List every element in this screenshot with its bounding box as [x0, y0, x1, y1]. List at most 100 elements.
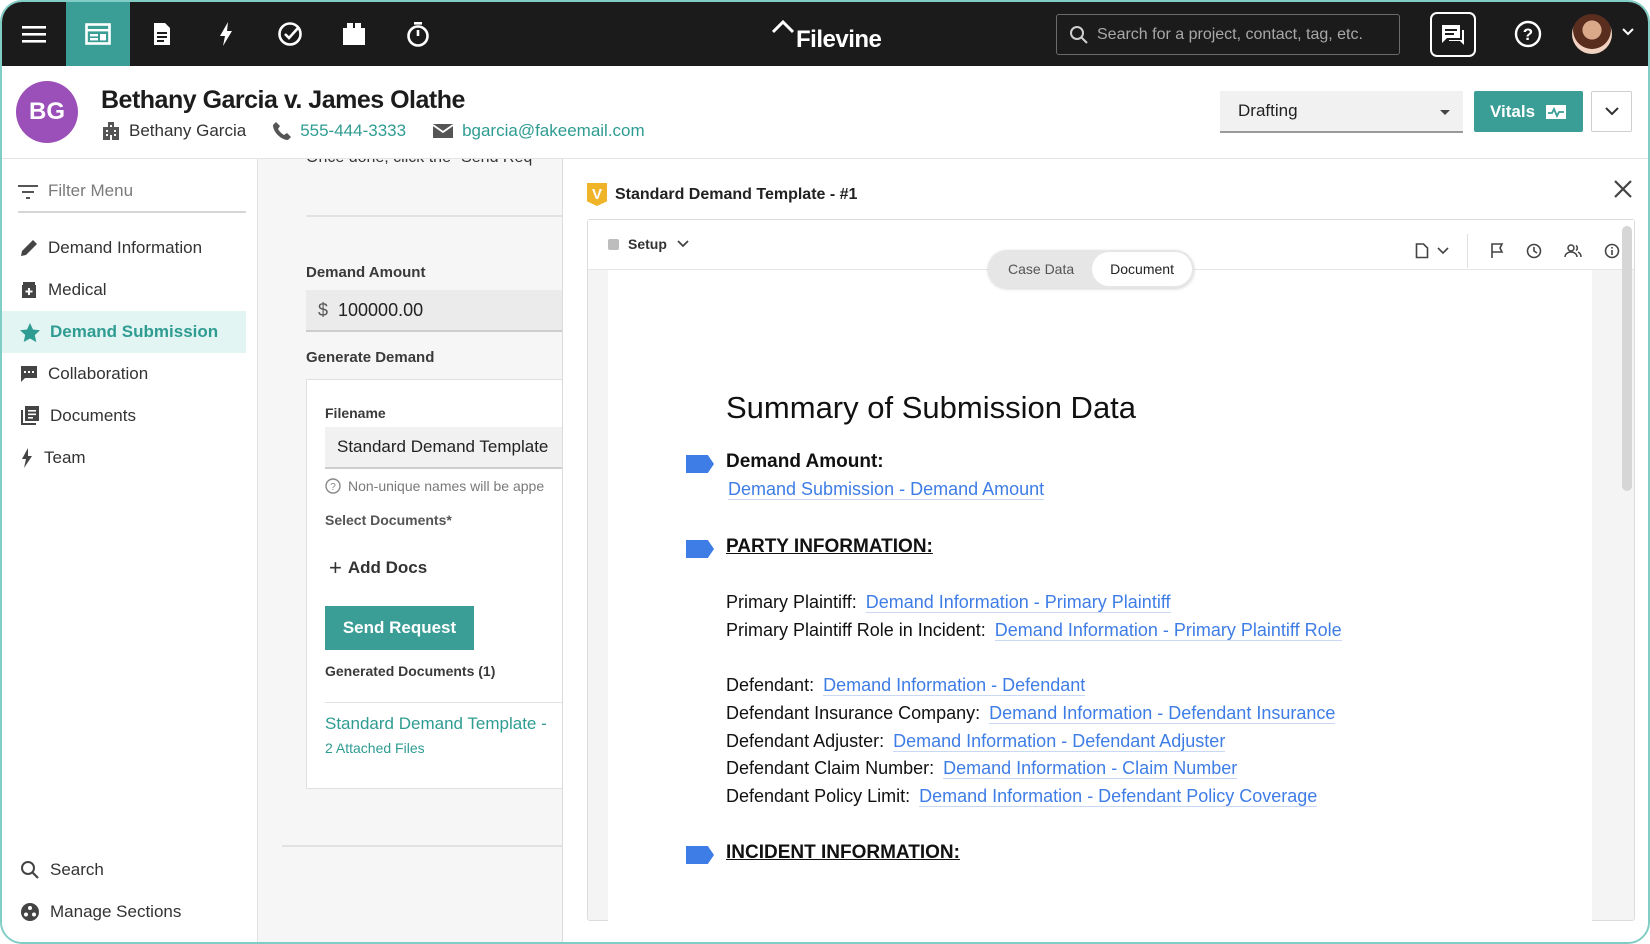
chat-icon — [1442, 24, 1464, 45]
folders-icon[interactable] — [322, 2, 386, 66]
sidebar-item-demand-information[interactable]: Demand Information — [2, 227, 246, 269]
document-heading: Summary of Submission Data — [726, 390, 1137, 425]
add-docs-button[interactable]: + Add Docs — [329, 555, 427, 581]
generate-demand-label: Generate Demand — [306, 349, 435, 366]
chevron-down-icon[interactable] — [1622, 28, 1634, 36]
search-icon — [1070, 26, 1088, 44]
search-placeholder: Search for a project, contact, tag, etc. — [1097, 25, 1363, 43]
sidebar-item-label: Demand Information — [48, 238, 203, 257]
panel-title: Standard Demand Template - #1 — [615, 185, 858, 203]
document-page: Summary of Submission Data Demand Amount… — [608, 270, 1592, 922]
tasks-check-icon[interactable] — [258, 2, 322, 66]
chevron-down-icon — [1604, 107, 1619, 116]
caret-down-icon — [1440, 110, 1450, 115]
star-icon — [20, 322, 40, 342]
sidebar-item-demand-submission[interactable]: Demand Submission — [2, 311, 246, 353]
phone-number: 555-444-3333 — [300, 121, 407, 140]
sidebar-search[interactable]: Search — [2, 849, 246, 891]
filevine-logo-mark-icon — [772, 20, 794, 34]
merge-field[interactable]: Demand Information - Defendant Policy Co… — [919, 786, 1318, 807]
collaborators-button[interactable] — [1564, 243, 1582, 259]
sidebar-manage-sections[interactable]: Manage Sections — [2, 891, 246, 933]
more-options-button[interactable] — [1591, 91, 1632, 132]
merge-field[interactable]: Demand Information - Claim Number — [943, 758, 1238, 779]
merge-field[interactable]: Demand Submission - Demand Amount — [728, 479, 1045, 500]
generate-demand-card: Filename Standard Demand Template ? Non-… — [306, 379, 562, 789]
user-avatar[interactable] — [1572, 14, 1612, 54]
svg-text:?: ? — [330, 482, 336, 493]
generated-document-link[interactable]: Standard Demand Template - — [325, 714, 547, 734]
timer-icon[interactable] — [386, 2, 450, 66]
party-row: Defendant Policy Limit: Demand Informati… — [726, 786, 1318, 807]
setup-dropdown[interactable]: Setup — [608, 236, 689, 252]
project-avatar: BG — [16, 81, 78, 143]
send-request-button[interactable]: Send Request — [325, 606, 474, 650]
sidebar-item-label: Collaboration — [48, 364, 149, 383]
vitals-label: Vitals — [1489, 101, 1536, 121]
party-row: Primary Plaintiff Role in Incident: Dema… — [726, 620, 1342, 641]
people-icon — [1564, 244, 1582, 258]
divider — [325, 702, 562, 703]
document-icon[interactable] — [130, 2, 194, 66]
sidebar-item-label: Manage Sections — [50, 902, 182, 921]
divider — [282, 845, 562, 847]
merge-field-row: Demand Submission - Demand Amount — [728, 479, 1045, 500]
document-preview-panel: V Standard Demand Template - #1 Setup Ca… — [562, 159, 1648, 942]
merge-field[interactable]: Demand Information - Defendant Insurance — [989, 703, 1336, 724]
document-scrollbar[interactable] — [1622, 226, 1632, 491]
section-sidebar: Filter Menu Demand Information Medical D… — [2, 159, 258, 942]
menu-icon[interactable] — [2, 2, 66, 66]
filename-input[interactable]: Standard Demand Template — [325, 427, 562, 469]
client-contact[interactable]: Bethany Garcia — [101, 121, 246, 141]
file-menu-button[interactable] — [1415, 243, 1449, 259]
global-search-input[interactable]: Search for a project, contact, tag, etc. — [1056, 14, 1400, 55]
project-meta: Bethany Garcia 555-444-3333 bgarcia@fake… — [101, 121, 671, 141]
filter-menu-input[interactable]: Filter Menu — [18, 171, 246, 213]
svg-text:?: ? — [1523, 25, 1533, 44]
sidebar-item-medical[interactable]: Medical — [2, 269, 246, 311]
document-editor: Setup Case Data Document Summary of Subm… — [587, 219, 1635, 922]
toolbar-separator — [1467, 234, 1468, 268]
filename-value: Standard Demand Template — [337, 437, 549, 456]
phase-select[interactable]: Drafting — [1220, 91, 1463, 133]
merge-field[interactable]: Demand Information - Primary Plaintiff — [865, 592, 1171, 613]
sidebar-item-documents[interactable]: Documents — [2, 395, 246, 437]
lightning-icon[interactable] — [194, 2, 258, 66]
tab-case-data[interactable]: Case Data — [990, 252, 1092, 286]
chevron-down-icon — [677, 240, 689, 248]
help-circle-icon: ? — [325, 478, 341, 494]
flag-button[interactable] — [1490, 243, 1504, 259]
history-icon — [1526, 243, 1542, 259]
vitals-button[interactable]: Vitals — [1474, 91, 1583, 132]
close-icon[interactable] — [1613, 179, 1633, 199]
setup-label: Setup — [628, 236, 667, 252]
search-icon — [21, 861, 39, 879]
email-link[interactable]: bgarcia@fakeemail.com — [432, 121, 645, 141]
project-view-icon[interactable] — [66, 2, 130, 66]
medical-icon — [22, 282, 36, 298]
section-nav: Demand Information Medical Demand Submis… — [2, 227, 246, 479]
info-button[interactable] — [1604, 243, 1620, 259]
party-row-label: Primary Plaintiff: — [726, 592, 857, 612]
tag-icon — [686, 846, 714, 864]
chat-button[interactable] — [1430, 12, 1476, 57]
merge-field[interactable]: Demand Information - Defendant — [823, 675, 1086, 696]
merge-field[interactable]: Demand Information - Defendant Adjuster — [893, 731, 1226, 752]
demand-amount-input[interactable]: $ 100000.00 — [306, 290, 562, 332]
phone-link[interactable]: 555-444-3333 — [272, 121, 406, 141]
merge-field[interactable]: Demand Information - Primary Plaintiff R… — [994, 620, 1342, 641]
app-window: Filevine Search for a project, contact, … — [0, 0, 1650, 944]
help-icon[interactable]: ? — [1514, 20, 1542, 53]
sidebar-item-collaboration[interactable]: Collaboration — [2, 353, 246, 395]
project-header: BG Bethany Garcia v. James Olathe Bethan… — [2, 66, 1648, 159]
demand-amount-heading: Demand Amount: — [726, 451, 884, 472]
history-button[interactable] — [1526, 243, 1542, 259]
flag-icon — [1491, 243, 1504, 258]
party-row-label: Defendant Claim Number: — [726, 758, 935, 778]
comment-icon — [21, 366, 37, 382]
tab-document[interactable]: Document — [1092, 252, 1192, 286]
generated-documents-label: Generated Documents (1) — [325, 663, 496, 679]
sidebar-item-team[interactable]: Team — [2, 437, 246, 479]
phase-value: Drafting — [1238, 101, 1298, 120]
attached-files-link[interactable]: 2 Attached Files — [325, 740, 425, 756]
